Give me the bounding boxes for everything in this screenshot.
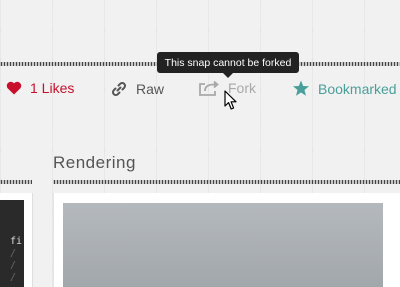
likes-button[interactable]: 1 Likes (6, 80, 74, 96)
render-canvas[interactable] (63, 203, 383, 287)
heart-icon (6, 81, 22, 95)
bookmarked-button[interactable]: Bookmarked (292, 80, 397, 97)
code-line: fi (10, 236, 23, 247)
raw-label: Raw (136, 81, 165, 97)
left-dotted-divider (0, 180, 32, 184)
tooltip-text: This snap cannot be forked (164, 56, 292, 69)
fork-disabled-tooltip: This snap cannot be forked (157, 52, 299, 78)
code-line: / (10, 260, 17, 271)
share-icon (198, 80, 220, 96)
likes-label: 1 Likes (30, 80, 75, 96)
rendering-heading: Rendering (53, 153, 136, 172)
raw-button[interactable]: Raw (110, 80, 164, 98)
link-icon (110, 80, 128, 98)
star-icon (292, 80, 310, 97)
code-line: / (10, 248, 17, 259)
code-editor[interactable]: fi / / / (0, 200, 24, 287)
mouse-pointer-icon (224, 90, 238, 116)
code-line: / (10, 272, 17, 283)
bookmarked-label: Bookmarked (318, 80, 397, 97)
snap-action-bar: 1 Likes Raw Fork Bookmarked (0, 80, 400, 100)
right-dotted-divider (53, 180, 400, 184)
